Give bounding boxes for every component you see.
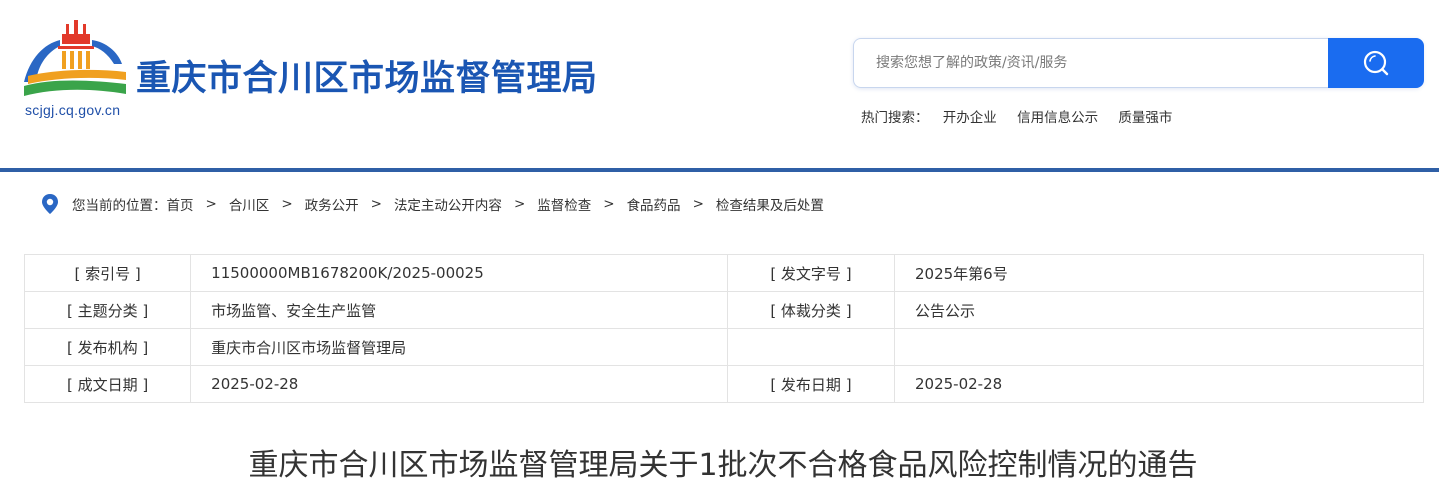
meta-value: 2025年第6号 [894, 254, 1424, 292]
search-button[interactable] [1328, 38, 1424, 88]
breadcrumb-item[interactable]: 检查结果及后处置 [716, 194, 824, 214]
meta-label [726, 328, 896, 366]
table-row: [ 发布机构 ] 重庆市合川区市场监督管理局 [23, 328, 1424, 366]
breadcrumb: 您当前的位置： 首页 > 合川区 > 政务公开 > 法定主动公开内容 > 监督检… [40, 193, 824, 215]
meta-value: 11500000MB1678200K/2025-00025 [190, 254, 728, 292]
breadcrumb-item[interactable]: 监督检查 [537, 194, 591, 214]
meta-value [894, 328, 1424, 366]
breadcrumb-prefix: 您当前的位置： [72, 198, 167, 214]
meta-label: [ 体裁分类 ] [726, 291, 896, 329]
document-metadata-table: [ 索引号 ] 11500000MB1678200K/2025-00025 [ … [23, 254, 1424, 403]
meta-value: 公告公示 [894, 291, 1424, 329]
search-input[interactable] [864, 39, 1348, 87]
meta-label: [ 索引号 ] [23, 254, 192, 292]
location-pin-icon [42, 194, 58, 214]
breadcrumb-separator: > [205, 196, 217, 212]
table-row: [ 索引号 ] 11500000MB1678200K/2025-00025 [ … [23, 254, 1424, 292]
site-header: scjgj.cq.gov.cn 重庆市合川区市场监督管理局 热门搜索： 开办企业… [0, 0, 1439, 168]
breadcrumb-separator: > [370, 196, 382, 212]
meta-value: 重庆市合川区市场监督管理局 [190, 328, 728, 366]
building-emblem-icon[interactable] [22, 20, 128, 104]
meta-label: [ 发布日期 ] [726, 365, 896, 403]
hot-search-label: 热门搜索： [861, 110, 929, 126]
breadcrumb-separator: > [692, 196, 704, 212]
search-icon [1363, 50, 1389, 76]
table-row: [ 成文日期 ] 2025-02-28 [ 发布日期 ] 2025-02-28 [23, 365, 1424, 403]
table-row: [ 主题分类 ] 市场监管、安全生产监管 [ 体裁分类 ] 公告公示 [23, 291, 1424, 329]
breadcrumb-item[interactable]: 合川区 [229, 194, 270, 214]
breadcrumb-item[interactable]: 政务公开 [305, 194, 359, 214]
site-title[interactable]: 重庆市合川区市场监督管理局 [136, 50, 598, 101]
meta-label: [ 成文日期 ] [23, 365, 192, 403]
header-divider [0, 168, 1439, 172]
site-domain: scjgj.cq.gov.cn [25, 102, 121, 118]
meta-value: 市场监管、安全生产监管 [190, 291, 728, 329]
breadcrumb-separator: > [603, 196, 615, 212]
hot-search-link[interactable]: 质量强市 [1118, 110, 1172, 126]
breadcrumb-item[interactable]: 食品药品 [627, 194, 681, 214]
meta-label: [ 主题分类 ] [23, 291, 192, 329]
meta-value: 2025-02-28 [190, 365, 728, 403]
breadcrumb-separator: > [513, 196, 526, 212]
meta-value: 2025-02-28 [894, 365, 1424, 403]
breadcrumb-separator: > [281, 196, 293, 212]
meta-label: [ 发文字号 ] [726, 254, 896, 292]
article-title: 重庆市合川区市场监督管理局关于1批次不合格食品风险控制情况的通告 [248, 448, 1198, 483]
search-box [853, 38, 1424, 88]
hot-search: 热门搜索： 开办企业 信用信息公示 质量强市 [861, 106, 1188, 126]
hot-search-link[interactable]: 开办企业 [943, 110, 997, 126]
breadcrumb-item[interactable]: 法定主动公开内容 [394, 194, 502, 214]
hot-search-link[interactable]: 信用信息公示 [1017, 110, 1098, 126]
meta-label: [ 发布机构 ] [23, 328, 192, 366]
breadcrumb-item-home[interactable]: 首页 [167, 194, 194, 214]
